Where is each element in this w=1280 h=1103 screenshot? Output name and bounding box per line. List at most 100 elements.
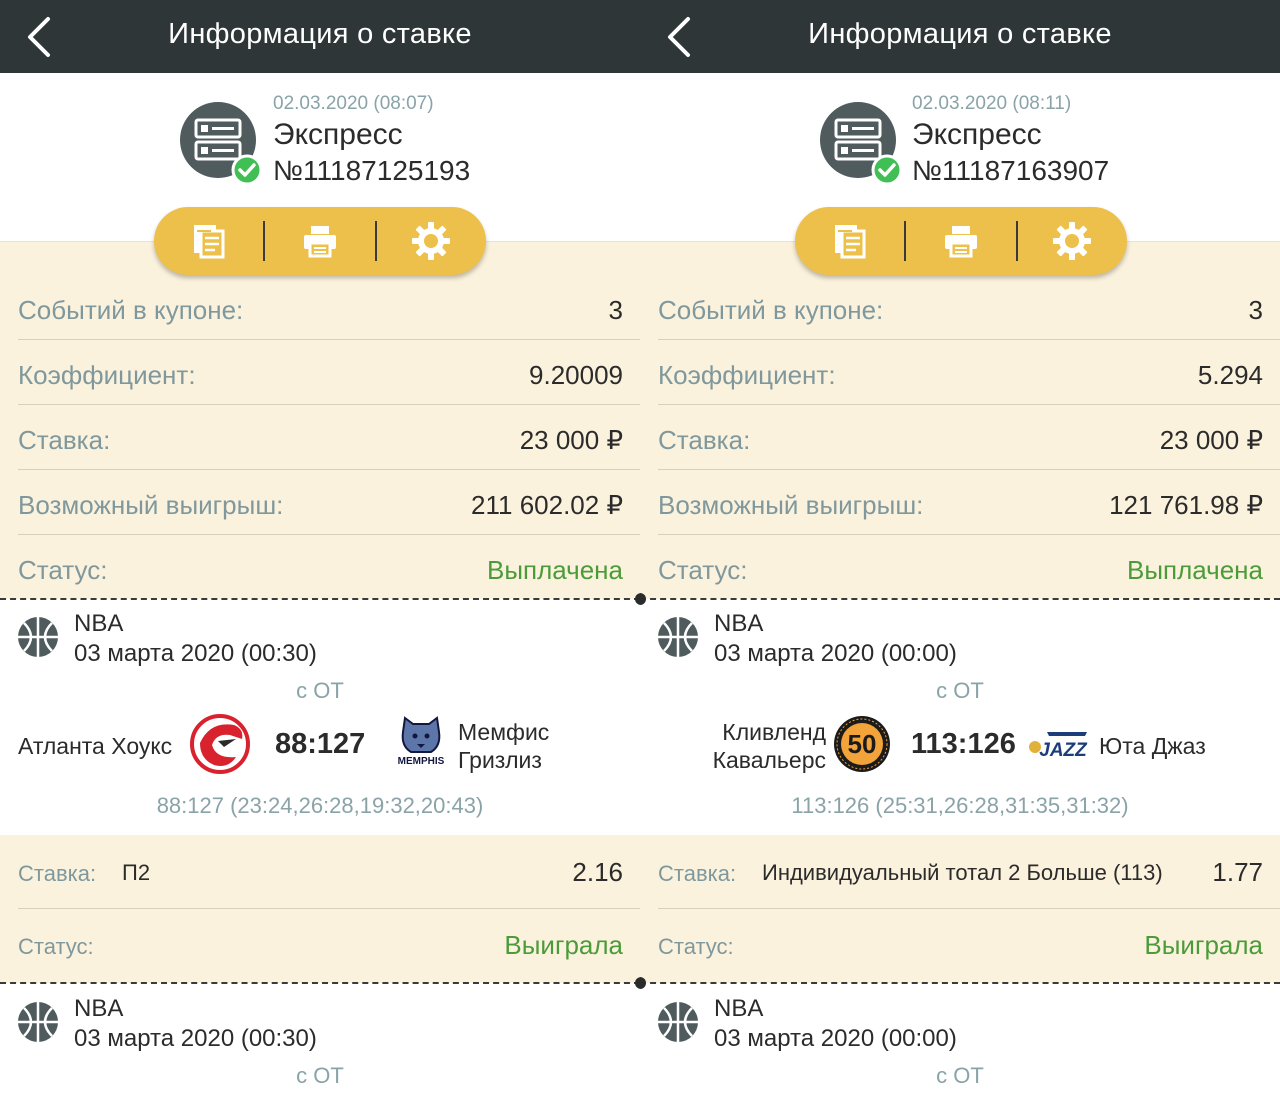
selection-status-badge: Выиграла (1144, 930, 1263, 960)
summary-row-status: Статус: Выплачена (658, 535, 1280, 600)
home-team-names: Кливленд Кавальерс (702, 718, 826, 774)
selection-block: Ставка: П2 2.16 Статус: Выиграла (0, 835, 640, 983)
home-team-name-line1: Кливленд (722, 719, 826, 745)
bet-date: 02.03.2020 (08:11) (912, 93, 1072, 114)
summary-row-stake: Ставка: 23 000 ₽ (18, 405, 640, 470)
match-score: 113:126 (911, 728, 1016, 760)
express-coupon-icon (820, 102, 900, 184)
summary-label: Статус: (658, 555, 748, 585)
selection-status-row: Статус: Выиграла (658, 909, 1280, 983)
period-scores: 113:126 (25:31,26:28,31:35,31:32) (791, 793, 1129, 818)
period-scores: 88:127 (23:24,26:28,19:32,20:43) (156, 793, 484, 818)
settings-gear-icon (1053, 222, 1092, 260)
settings-button[interactable] (377, 207, 486, 275)
copy-button[interactable] (795, 207, 904, 275)
summary-row-events: Событий в купоне: 3 (18, 275, 640, 340)
bet-actions-toolbar (154, 207, 486, 275)
print-icon (945, 226, 977, 258)
summary-row-possible-win: Возможный выигрыш: 211 602.02 ₽ (18, 470, 640, 535)
match-score: 88:127 (275, 728, 366, 760)
page-title: Информация о ставке (168, 18, 472, 50)
page-title: Информация о ставке (808, 18, 1112, 50)
summary-label: Коэффициент: (18, 360, 196, 390)
summary-value: 5.294 (1197, 360, 1263, 390)
summary-row-stake: Ставка: 23 000 ₽ (658, 405, 1280, 470)
away-team-name: Юта Джаз (1099, 733, 1206, 759)
summary-value: 23 000 ₽ (1159, 425, 1263, 455)
settings-button[interactable] (1018, 207, 1127, 275)
event-card[interactable]: NBA 03 марта 2020 (00:00) с ОТ (640, 984, 1280, 1103)
selection-row: Ставка: Индивидуальный тотал 2 Больше (1… (658, 835, 1280, 909)
print-button[interactable] (265, 207, 374, 275)
event-card[interactable]: NBA 03 марта 2020 (00:30) с ОТ (0, 984, 640, 1103)
summary-row-possible-win: Возможный выигрыш: 121 761.98 ₽ (658, 470, 1280, 535)
status-badge: Выплачена (487, 555, 623, 585)
event-card[interactable]: NBA 03 марта 2020 (00:00) с ОТ Кливленд … (640, 600, 1280, 835)
summary-label: Статус: (18, 555, 108, 585)
event-card[interactable]: NBA 03 марта 2020 (00:30) с ОТ Атланта Х… (0, 600, 640, 835)
summary-value: 121 761.98 ₽ (1109, 490, 1263, 520)
memphis-logo-text: MEMPHIS (398, 756, 445, 767)
summary-label: Возможный выигрыш: (658, 490, 924, 520)
selection-status-label: Статус: (658, 934, 734, 959)
selection-block: Ставка: Индивидуальный тотал 2 Больше (1… (640, 835, 1280, 983)
selection-status-badge: Выиграла (504, 930, 623, 960)
event-date: 03 марта 2020 (00:00) (714, 640, 957, 667)
cavs-logo-text: 50 (848, 729, 877, 759)
basketball-icon (18, 1002, 58, 1042)
copy-document-icon (193, 225, 225, 259)
selection-status-row: Статус: Выиграла (18, 909, 640, 983)
event-date: 03 марта 2020 (00:00) (714, 1025, 957, 1052)
league-name: NBA (714, 610, 764, 637)
print-button[interactable] (906, 207, 1015, 275)
dashed-divider (0, 982, 640, 984)
basketball-icon (18, 617, 58, 657)
event-date: 03 марта 2020 (00:30) (74, 1025, 317, 1052)
check-badge-icon (871, 154, 900, 184)
bet-date: 02.03.2020 (08:07) (273, 93, 434, 114)
summary-label: Возможный выигрыш: (18, 490, 284, 520)
basketball-icon (658, 1002, 698, 1042)
league-name: NBA (74, 995, 124, 1022)
bet-actions-toolbar (795, 207, 1127, 275)
bet-number: №11187163907 (912, 155, 1110, 186)
memphis-grizzlies-logo: MEMPHIS (398, 716, 445, 767)
bet-info-screen-2: Информация о ставке 02.03.2020 (08:11) Э… (640, 0, 1280, 1103)
league-name: NBA (74, 610, 124, 637)
summary-label: Ставка: (18, 425, 111, 455)
summary-value: 3 (608, 295, 623, 325)
selection-row: Ставка: П2 2.16 (18, 835, 640, 909)
summary-row-status: Статус: Выплачена (18, 535, 640, 600)
summary-value: 23 000 ₽ (519, 425, 623, 455)
summary-row-coefficient: Коэффициент: 9.20009 (18, 340, 640, 405)
away-team: Мемфис Гризлиз (458, 718, 549, 774)
overtime-note: с ОТ (296, 678, 344, 703)
dashed-divider (640, 598, 1280, 600)
copy-button[interactable] (154, 207, 263, 275)
summary-row-events: Событий в купоне: 3 (658, 275, 1280, 340)
dashed-divider (0, 598, 640, 600)
bet-number: №11187125193 (273, 155, 471, 186)
selection-pick: П2 (122, 860, 151, 885)
selection-label: Ставка: (658, 861, 737, 886)
overtime-note: с ОТ (296, 1063, 344, 1088)
bet-info-screen-1: Информация о ставке 02.03.2020 (08:07) Э… (0, 0, 640, 1103)
away-team: Юта Джаз (1099, 732, 1206, 760)
print-icon (304, 226, 336, 258)
status-badge: Выплачена (1127, 555, 1263, 585)
overtime-note: с ОТ (936, 1063, 984, 1088)
bet-type: Экспресс (912, 118, 1042, 151)
utah-jazz-logo: JAZZ (1029, 732, 1088, 760)
selection-odd: 2.16 (572, 857, 623, 887)
copy-document-icon (834, 225, 866, 259)
event-date: 03 марта 2020 (00:30) (74, 640, 317, 667)
away-team-name-line1: Мемфис (458, 719, 550, 745)
bet-type: Экспресс (273, 118, 403, 151)
settings-gear-icon (412, 222, 451, 260)
home-team-name: Атланта Хоукс (18, 733, 173, 759)
home-team: Атланта Хоукс (18, 732, 172, 760)
app-header: Информация о ставке (640, 0, 1280, 73)
jazz-logo-text: JAZZ (1039, 740, 1088, 760)
summary-value: 3 (1248, 295, 1263, 325)
summary-value: 211 602.02 ₽ (471, 490, 623, 520)
